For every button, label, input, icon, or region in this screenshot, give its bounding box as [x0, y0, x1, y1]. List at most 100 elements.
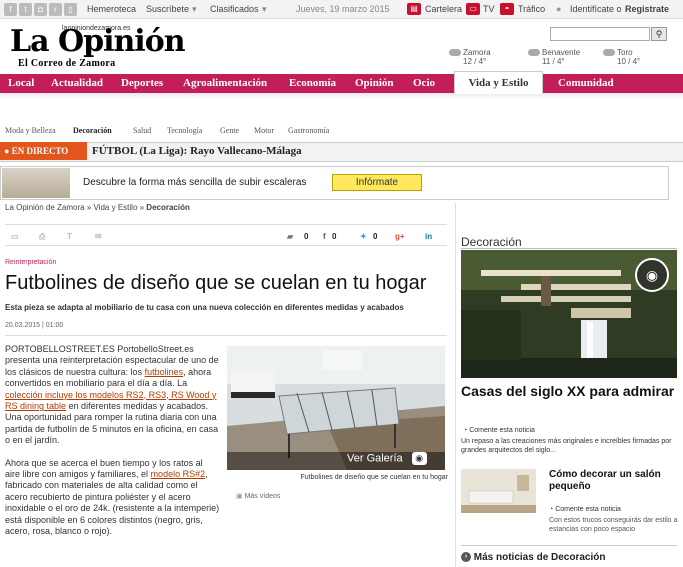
camera-icon[interactable]: ◉ [635, 258, 669, 292]
nav-item-deportes[interactable]: Deportes [121, 77, 163, 89]
hemeroteca-link[interactable]: Hemeroteca [87, 4, 136, 14]
cloud-icon [449, 49, 461, 57]
sidebar-story-title[interactable]: Cómo decorar un salón pequeño [549, 469, 679, 493]
nav-item-comunidad[interactable]: Comunidad [558, 77, 614, 89]
facebook-count: 0 [332, 232, 337, 241]
more-news-label: Más noticias de Decoración [473, 552, 606, 563]
google-plus-icon[interactable]: g+ [395, 232, 405, 241]
facebook-icon[interactable]: f [323, 232, 326, 241]
divider [461, 545, 677, 546]
cloud-icon [528, 49, 540, 57]
weather-benavente: Benavente 11 / 4° [528, 48, 580, 66]
futbolines-link[interactable]: futbolines [145, 367, 184, 377]
gallery-button[interactable]: Ver Galería ◉ [347, 452, 427, 465]
tv-icon[interactable]: ▭ [466, 3, 480, 15]
site-logo[interactable]: La Opinión [10, 26, 186, 58]
subnav-item-salud[interactable]: Salud [133, 126, 151, 135]
facebook-icon[interactable]: f [4, 3, 17, 16]
article-title: Futbolines de diseño que se cuelan en tu… [5, 272, 427, 294]
ad-text[interactable]: Descubre la forma más sencilla de subir … [83, 177, 306, 188]
breadcrumb: La Opinión de Zamora » Vida y Estilo » D… [5, 203, 190, 212]
sidebar-title[interactable]: Decoración [461, 235, 522, 249]
cartelera-link[interactable]: Cartelera [425, 4, 462, 14]
twitter-icon[interactable]: ✦ [360, 232, 367, 241]
comment-icon: ◔ [549, 506, 554, 513]
nav-item-vida-y-estilo[interactable]: Vida y Estilo [454, 71, 543, 94]
email-icon[interactable]: ✉ [95, 232, 102, 241]
twitter-count: 0 [373, 232, 378, 241]
tv-link[interactable]: TV [483, 4, 495, 14]
nav-item-economia[interactable]: Economía [289, 77, 336, 89]
comment-link[interactable]: ◔ Comente esta noticia [549, 506, 621, 513]
login-link[interactable]: Identifícate o [570, 4, 622, 14]
breadcrumb-home[interactable]: La Opinión de Zamora [5, 203, 85, 212]
car-icon[interactable]: ◓ [500, 3, 514, 15]
gallery-label: Ver Galería [347, 452, 403, 465]
chevron-right-icon: › [461, 552, 471, 563]
search-button[interactable]: ⚲ [651, 27, 667, 41]
comments-icon[interactable]: ▰ [287, 232, 293, 241]
comment-link[interactable]: ◔ Comente esta noticia [463, 427, 535, 434]
chevron-down-icon[interactable]: ▾ [192, 4, 197, 15]
weather-temp: 10 / 4° [617, 57, 641, 66]
live-badge-label: EN DIRECTO [11, 146, 69, 156]
text: , fabricado con materiales de alta calid… [5, 469, 220, 537]
instagram-icon[interactable]: ◘ [34, 3, 47, 16]
article-date: 20.03.2015 | 01:00 [5, 322, 64, 329]
chevron-down-icon[interactable]: ▾ [262, 4, 267, 15]
subnav-item-moda[interactable]: Moda y Belleza [5, 126, 56, 135]
nav-item-local[interactable]: Local [8, 77, 34, 89]
subnav-item-gente[interactable]: Gente [220, 126, 239, 135]
nav-item-ocio[interactable]: Ocio [413, 77, 435, 89]
clasificados-link[interactable]: Clasificados [210, 4, 259, 14]
live-headline[interactable]: FÚTBOL (La Liga): Rayo Vallecano-Málaga [92, 145, 302, 157]
paragraph: PORTOBELLOSTREET.ES PortobelloStreet.es … [5, 344, 220, 447]
comment-icon: ◔ [463, 427, 468, 434]
ad-button[interactable]: Infórmate [332, 174, 422, 191]
weather-toro: Toro 10 / 4° [603, 48, 640, 66]
column-divider [455, 203, 456, 567]
cinema-icon[interactable]: ▤ [407, 3, 421, 15]
subnav-item-decoracion[interactable]: Decoración [73, 126, 112, 135]
breadcrumb-section[interactable]: Vida y Estilo [94, 203, 138, 212]
breadcrumb-current[interactable]: Decoración [146, 203, 190, 212]
suscribete-link[interactable]: Suscríbete [146, 4, 189, 14]
trafico-link[interactable]: Tráfico [518, 4, 545, 14]
camera-icon: ◉ [411, 452, 427, 465]
font-size-icon[interactable]: T [67, 232, 72, 241]
modelo-link[interactable]: modelo RS#2 [151, 469, 206, 479]
rss-icon[interactable]: r [49, 3, 62, 16]
linkedin-icon[interactable]: in [425, 232, 432, 241]
video-icon: ▣ [236, 493, 243, 500]
paragraph: Ahora que se acerca el buen tiempo y los… [5, 458, 220, 538]
article-kicker[interactable]: Reinterpretación [5, 259, 56, 266]
more-news-link[interactable]: › Más noticias de Decoración [461, 552, 606, 563]
subnav-item-motor[interactable]: Motor [254, 126, 274, 135]
main-nav: Local Actualidad Deportes Agroalimentaci… [0, 74, 683, 93]
user-icon: ● [556, 4, 562, 14]
ad-image [2, 168, 70, 198]
share-bar: ▭ ⎙ T ✉ ▰ 0 f 0 ✦ 0 g+ in [5, 224, 447, 246]
mobile-icon[interactable]: ▯ [64, 3, 77, 16]
more-videos-label: Más vídeos [244, 493, 281, 500]
nav-item-agroalimentacion[interactable]: Agroalimentación [183, 77, 267, 89]
comment-icon[interactable]: ▭ [11, 232, 19, 241]
sidebar-story-desc: Un repaso a las creaciones más originale… [461, 438, 672, 454]
subnav-item-gastronomia[interactable]: Gastronomía [288, 126, 329, 135]
sidebar-story-desc: Con estos trucos conseguirás dar estilo … [549, 517, 678, 533]
search-input[interactable] [550, 27, 650, 41]
photo-caption: Futbolines de diseño que se cuelan en tu… [300, 474, 449, 481]
sidebar-thumb[interactable] [461, 469, 536, 513]
subnav-item-tecnologia[interactable]: Tecnología [167, 126, 202, 135]
twitter-icon[interactable]: t [19, 3, 32, 16]
register-link[interactable]: Registrate [625, 4, 669, 14]
more-videos-link[interactable]: ▣ Más vídeos [236, 492, 280, 500]
sidebar-story-title[interactable]: Casas del siglo XX para admirar [461, 383, 677, 399]
article-source: PORTOBELLOSTREET.ES [5, 344, 115, 354]
nav-item-actualidad[interactable]: Actualidad [51, 77, 103, 89]
article-subtitle: Esta pieza se adapta al mobiliario de tu… [5, 303, 404, 312]
divider [5, 335, 447, 336]
print-icon[interactable]: ⎙ [39, 232, 45, 242]
nav-item-opinion[interactable]: Opinión [355, 77, 394, 89]
weather-city: Benavente [542, 48, 581, 57]
